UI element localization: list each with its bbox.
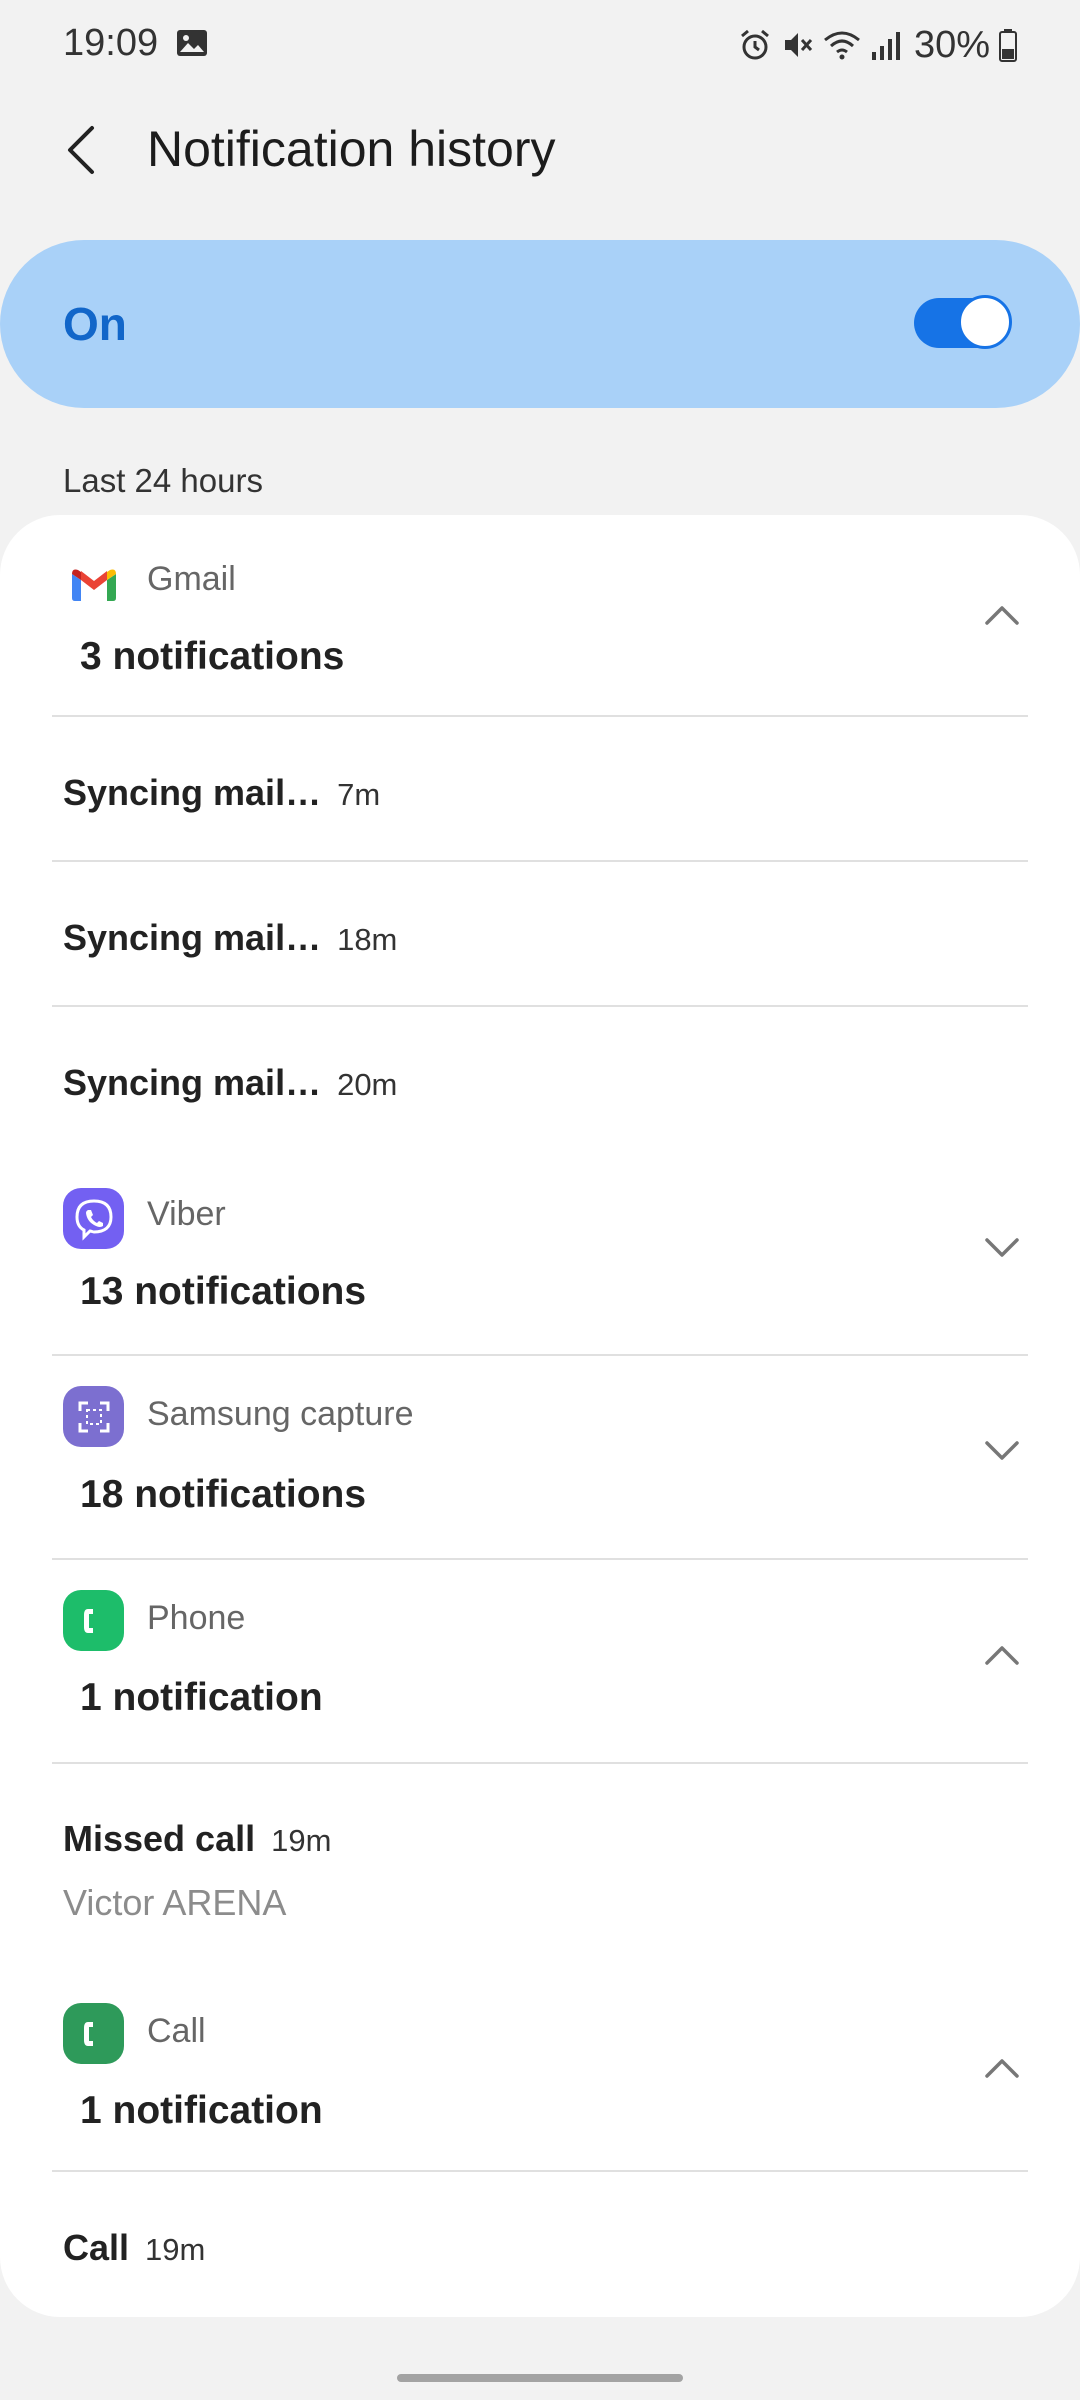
app-bar: Notification history xyxy=(0,100,1080,200)
notification-count: 1 notification xyxy=(80,2089,323,2132)
notification-time: 19m xyxy=(145,2232,206,2267)
notification-title: Syncing mail… 20m xyxy=(63,1062,398,1103)
page-title: Notification history xyxy=(147,121,556,177)
master-switch[interactable] xyxy=(914,295,1012,351)
app-name: Call xyxy=(147,2012,206,2050)
notification-count: 18 notifications xyxy=(80,1473,367,1516)
notification-list: Gmail 3 notifications Syncing mail… 7m Sy… xyxy=(0,515,1080,2317)
notification-title: Call 19m xyxy=(63,2227,206,2268)
chevron-down-icon[interactable] xyxy=(978,1224,1026,1272)
app-name: Phone xyxy=(147,1599,246,1637)
mute-icon xyxy=(780,28,814,62)
notification-time: 7m xyxy=(337,777,381,812)
notification-title: Syncing mail… 18m xyxy=(63,917,398,958)
status-bar: 19:09 30% xyxy=(0,0,1080,90)
app-group-samsung-capture[interactable]: Samsung capture 18 notifications xyxy=(0,1356,1080,1556)
notification-item[interactable]: Syncing mail… 20m xyxy=(0,1007,1080,1150)
call-icon xyxy=(63,2003,124,2064)
app-group-phone[interactable]: Phone 1 notification xyxy=(0,1560,1080,1760)
alarm-icon xyxy=(738,28,772,62)
chevron-up-icon[interactable] xyxy=(978,2044,1026,2092)
notification-item[interactable]: Syncing mail… 18m xyxy=(0,862,1080,1005)
status-time: 19:09 xyxy=(63,22,159,64)
viber-icon xyxy=(63,1188,124,1249)
phone-icon xyxy=(63,1590,124,1651)
notification-title: Syncing mail… 7m xyxy=(63,772,381,813)
chevron-up-icon[interactable] xyxy=(978,591,1026,639)
toggle-state-label: On xyxy=(63,298,127,350)
notification-count: 13 notifications xyxy=(80,1270,367,1313)
back-arrow-icon xyxy=(68,126,94,174)
back-button[interactable] xyxy=(50,118,114,182)
notification-time: 18m xyxy=(337,922,398,957)
signal-icon xyxy=(870,28,902,62)
notification-time: 20m xyxy=(337,1067,398,1102)
notification-item[interactable]: Syncing mail… 7m xyxy=(0,717,1080,860)
notification-title: Missed call 19m xyxy=(63,1818,332,1859)
home-indicator[interactable] xyxy=(397,2374,683,2382)
gmail-icon xyxy=(63,553,124,614)
wifi-icon xyxy=(822,28,862,62)
app-group-call[interactable]: Call 1 notification xyxy=(0,1966,1080,2166)
notification-time: 19m xyxy=(271,1823,332,1858)
notification-item[interactable]: Call 19m xyxy=(0,2172,1080,2312)
battery-percent: 30% xyxy=(913,23,990,66)
image-notification-icon xyxy=(176,29,208,57)
notification-count: 1 notification xyxy=(80,1676,323,1719)
battery-icon xyxy=(998,28,1018,62)
app-name: Viber xyxy=(147,1195,226,1233)
app-name: Samsung capture xyxy=(147,1395,414,1433)
app-name: Gmail xyxy=(147,560,236,598)
notification-count: 3 notifications xyxy=(80,635,345,678)
app-group-viber[interactable]: Viber 13 notifications xyxy=(0,1152,1080,1347)
app-group-gmail[interactable]: Gmail 3 notifications xyxy=(0,515,1080,715)
status-icons: 30% xyxy=(738,22,1018,68)
chevron-up-icon[interactable] xyxy=(978,1631,1026,1679)
notification-history-toggle-row[interactable]: On xyxy=(0,240,1080,408)
notification-item[interactable]: Missed call 19m Victor ARENA xyxy=(0,1764,1080,1964)
samsung-capture-icon xyxy=(63,1386,124,1447)
notification-subtitle: Victor ARENA xyxy=(63,1882,287,1923)
section-label: Last 24 hours xyxy=(63,462,263,499)
chevron-down-icon[interactable] xyxy=(978,1427,1026,1475)
switch-thumb xyxy=(958,295,1012,349)
